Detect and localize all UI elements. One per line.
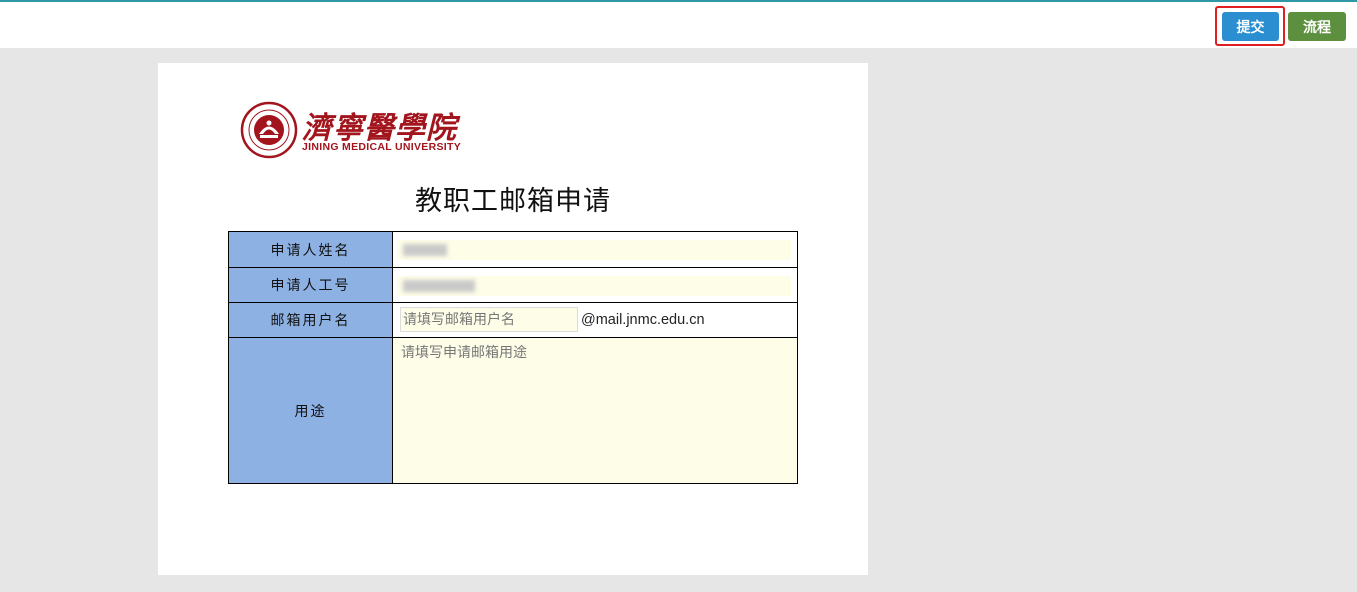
redacted-name — [403, 244, 447, 256]
logo-english-name: JINING MEDICAL UNIVERSITY — [302, 141, 461, 153]
email-username-input[interactable] — [400, 307, 578, 332]
purpose-label: 用途 — [228, 337, 393, 484]
top-toolbar: 提交 流程 — [0, 0, 1357, 48]
redacted-id — [403, 280, 475, 292]
purpose-cell — [392, 337, 798, 484]
purpose-textarea[interactable] — [393, 338, 797, 483]
form-paper: 濟寧醫學院 JINING MEDICAL UNIVERSITY 教职工邮箱申请 … — [158, 63, 868, 575]
applicant-name-field[interactable] — [397, 240, 791, 260]
email-domain-suffix: @mail.jnmc.edu.cn — [581, 312, 705, 328]
table-row: 用途 — [228, 337, 798, 484]
applicant-name-cell — [392, 231, 798, 268]
submit-button[interactable]: 提交 — [1222, 12, 1279, 41]
table-row: 申请人姓名 — [228, 231, 798, 268]
applicant-id-label: 申请人工号 — [228, 267, 393, 303]
flow-button[interactable]: 流程 — [1288, 12, 1346, 41]
table-row: 邮箱用户名 @mail.jnmc.edu.cn — [228, 302, 798, 338]
university-logo: 濟寧醫學院 JINING MEDICAL UNIVERSITY — [240, 101, 470, 161]
form-title: 教职工邮箱申请 — [415, 186, 611, 217]
username-label: 邮箱用户名 — [228, 302, 393, 338]
applicant-id-cell — [392, 267, 798, 303]
applicant-name-label: 申请人姓名 — [228, 231, 393, 268]
application-form-table: 申请人姓名 申请人工号 邮箱用户名 @mail.jnmc.edu.cn — [228, 231, 798, 484]
table-row: 申请人工号 — [228, 267, 798, 303]
username-cell: @mail.jnmc.edu.cn — [392, 302, 798, 338]
applicant-id-field[interactable] — [397, 276, 791, 296]
university-seal-icon — [240, 101, 298, 159]
